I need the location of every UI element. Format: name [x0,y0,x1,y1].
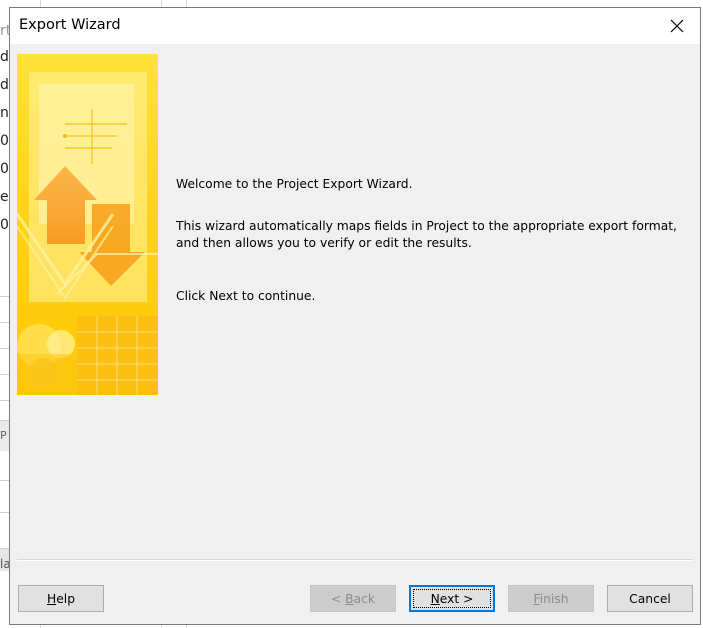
wizard-banner-image [17,54,158,395]
export-wizard-dialog: Export Wizard Welcome to the Project Exp… [9,7,701,625]
cancel-button-label: Cancel [629,591,671,606]
dialog-title: Export Wizard [19,17,121,33]
continue-instruction-text: Click Next to continue. [176,289,316,303]
separator-line [17,559,693,561]
finish-button[interactable]: Finish [508,585,594,612]
finish-button-label: Finish [533,591,569,606]
back-button-label: < Back [330,591,376,606]
description-text: This wizard automatically maps fields in… [176,219,677,250]
help-button[interactable]: Help [18,585,104,612]
title-bar[interactable]: Export Wizard [10,8,700,44]
welcome-text: Welcome to the Project Export Wizard. [176,177,413,191]
back-button[interactable]: < Back [310,585,396,612]
close-button[interactable] [654,8,700,44]
cancel-button[interactable]: Cancel [607,585,693,612]
close-icon [670,19,684,33]
focus-rectangle [413,589,491,608]
help-button-label: Help [46,591,76,606]
next-button[interactable]: Next > [409,585,495,612]
